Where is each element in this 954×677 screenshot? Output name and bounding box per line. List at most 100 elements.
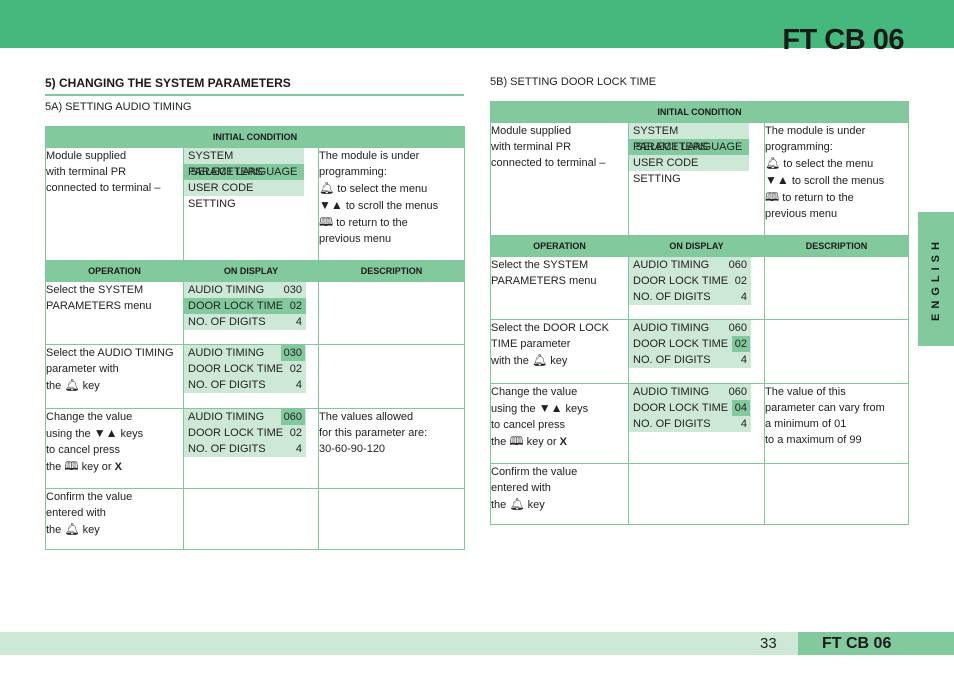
text: to select the menu [783,158,874,170]
display-cell: AUDIO TIMING 060 DOOR LOCK TIME 02 NO. OF … [628,319,765,384]
lcd-line: NO. OF DIGITS 4 [629,416,751,432]
lcd-display: AUDIO TIMING 030 DOOR LOCK TIME 02 NO. OF … [184,282,306,330]
display-cell: AUDIO TIMING 030 DOOR LOCK TIME 02 NO. OF … [183,281,319,345]
text-line: ▼▲ to scroll the menus [765,172,908,189]
text: key or [526,436,557,448]
description-cell [317,488,466,550]
lcd-line: AUDIO TIMING 030 [184,282,306,298]
lcd-line: AUDIO TIMING 060 [629,257,751,273]
lcd-line: AUDIO TIMING 060 [629,320,751,336]
text: the [46,524,62,536]
text-line: a minimum of 01 [765,418,847,430]
lcd-line: AUDIO TIMING 060 [629,384,751,400]
bell-icon: 🔔︎ [64,522,80,536]
initial-operation: Module supplied with terminal PR connect… [490,122,629,236]
initial-display: SYSTEM PARAMETERS SELECT LANGUAGE USER C… [183,147,319,261]
lcd-line: USER CODE SETTING [188,182,254,210]
text-line: previous menu [319,233,392,245]
text-line: to cancel press [46,444,120,456]
down-up-arrows-icon: ▼▲ [538,401,563,415]
section-divider [45,94,464,96]
lcd-line-selected: SELECT LANGUAGE [629,139,749,155]
text-line: the 🔔︎ key [46,377,183,394]
table-row: Change the value using the ▼▲ keys to ca… [490,383,910,464]
text-line: Module supplied [46,150,127,162]
text-line: using the ▼▲ keys [46,425,183,442]
lcd-line: DOOR LOCK TIME 02 [184,361,306,377]
operation-cell: Select the SYSTEM PARAMETERS menu [45,281,184,345]
lcd-label: AUDIO TIMING [633,322,710,334]
lcd-line-selected: SELECT LANGUAGE [184,164,304,180]
text-line: parameter can vary from [765,402,885,414]
text: key [82,380,100,392]
lcd-value: 02 [289,300,302,312]
text-line: Select the AUDIO TIMING [46,347,174,359]
lcd-value: 060 [728,322,747,334]
table-row: Select the DOOR LOCK TIME parameter with… [490,319,910,384]
text-line: The module is under [765,125,866,137]
text-line: 🔔︎ to select the menu [319,180,464,197]
table-row: Select the SYSTEM PARAMETERS menu AUDIO … [45,281,466,345]
lcd-display: SYSTEM PARAMETERS SELECT LANGUAGE USER C… [629,123,749,185]
text-line: programming: [765,141,833,153]
text-line: to a maximum of 99 [765,434,862,446]
lcd-line: DOOR LOCK TIME 02 [184,425,306,441]
lcd-value: 060 [728,259,747,271]
column-header-description: DESCRIPTION [763,235,910,257]
text-line: the 🕮︎ key or X [46,458,183,475]
lcd-label: NO. OF DIGITS [633,354,711,366]
down-up-arrows-icon: ▼▲ [93,426,118,440]
text-line: entered with [46,507,106,519]
lcd-line: DOOR LOCK TIME 02 [629,273,751,289]
lcd-label: AUDIO TIMING [188,411,265,423]
lcd-label: AUDIO TIMING [188,347,265,359]
lcd-label: DOOR LOCK TIME [188,427,284,439]
text: using the [46,428,91,440]
text-line: parameter with [46,363,119,375]
display-cell: AUDIO TIMING 060 DOOR LOCK TIME 04 NO. OF … [628,383,765,464]
column-header-operation: OPERATION [490,235,629,257]
lcd-value-selected: 060 [280,409,305,425]
table-row: Confirm the value entered with the 🔔︎ ke… [490,463,910,525]
lcd-line: DOOR LOCK TIME 04 [629,400,751,416]
footer-brand: FT CB 06 [798,632,954,655]
description-cell [317,344,466,409]
column-header-display: ON DISPLAY [628,235,765,257]
lcd-line: USER CODE SETTING [633,157,699,185]
footer-brand-label: FT CB 06 [822,635,892,652]
lcd-display: AUDIO TIMING 060 DOOR LOCK TIME 02 NO. OF … [184,409,306,457]
text-line: with the 🔔︎ key [491,352,628,369]
text: to scroll the menus [345,200,439,212]
text-line: previous menu [765,208,838,220]
column-header-operation: OPERATION [45,260,184,282]
text: with the [491,355,529,367]
column-header-description: DESCRIPTION [317,260,466,282]
text-line: connected to terminal – [46,182,161,194]
lcd-label: DOOR LOCK TIME [188,363,284,375]
lcd-line: AUDIO TIMING 060 [184,409,306,425]
lcd-line: AUDIO TIMING 030 [184,345,306,361]
text: key [82,524,100,536]
operation-cell: Change the value using the ▼▲ keys to ca… [45,408,184,489]
lcd-label: NO. OF DIGITS [188,443,266,455]
book-icon: 🕮︎ [765,190,780,204]
text-line: using the ▼▲ keys [491,400,628,417]
lcd-line-selected: DOOR LOCK TIME 02 [184,298,306,314]
operation-cell: Select the SYSTEM PARAMETERS menu [490,256,629,320]
initial-operation: Module supplied with terminal PR connect… [45,147,184,261]
table-row: Change the value using the ▼▲ keys to ca… [45,408,466,489]
bell-icon: 🔔︎ [509,497,525,511]
lcd-label: NO. OF DIGITS [188,379,266,391]
lcd-value: 02 [289,427,302,439]
text-line: Change the value [491,386,578,398]
lcd-label: AUDIO TIMING [633,259,710,271]
bell-icon: 🔔︎ [319,181,335,195]
audio-timing-table: INITIAL CONDITION Module supplied with t… [44,126,466,550]
lcd-value: 4 [295,379,302,391]
description-cell [763,319,910,384]
lcd-value-selected: 030 [280,345,305,361]
lcd-line: SYSTEM PARAMETERS [633,125,708,153]
text-line: The value of this [765,386,846,398]
down-up-arrows-icon: ▼▲ [765,173,789,187]
text-line: for this parameter are: [319,427,428,439]
